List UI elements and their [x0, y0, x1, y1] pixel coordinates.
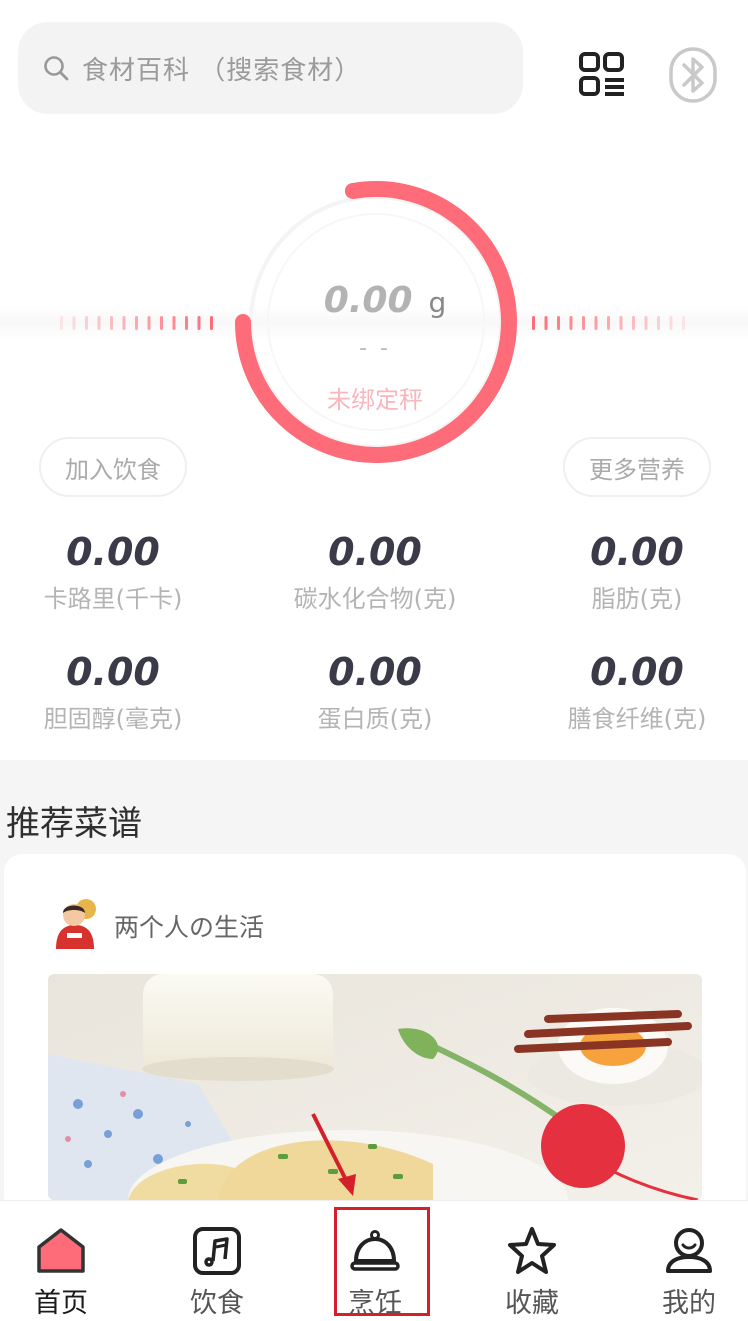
search-icon	[44, 56, 69, 81]
tab-favorites[interactable]: 收藏	[467, 1201, 597, 1321]
nutrition-value: 0.00	[590, 650, 684, 694]
weight-display: 0.00 g	[300, 280, 470, 330]
nutrition-value: 0.00	[590, 530, 684, 574]
recommend-title: 推荐菜谱	[6, 804, 142, 844]
scan-icon[interactable]	[578, 48, 626, 102]
search-bar[interactable]: 食材百科 （搜索食材）	[18, 22, 523, 114]
nutrition-item-protein: 0.00 蛋白质(克)	[250, 648, 500, 734]
nutrition-label: 胆固醇(毫克)	[43, 705, 183, 733]
more-nutrition-button[interactable]: 更多营养	[563, 437, 711, 497]
tab-label: 首页	[34, 1288, 88, 1319]
scale-status: 未绑定秤	[327, 386, 423, 414]
tab-profile[interactable]: 我的	[624, 1201, 748, 1321]
nutrition-value: 0.00	[66, 530, 160, 574]
nutrition-label: 膳食纤维(克)	[567, 705, 707, 733]
nutrition-value: 0.00	[328, 650, 422, 694]
nutrition-label: 碳水化合物(克)	[293, 585, 457, 613]
tab-home[interactable]: 首页	[0, 1201, 126, 1321]
recipe-photo	[48, 974, 702, 1200]
tab-label: 我的	[662, 1288, 716, 1319]
weight-value: 0.00	[323, 280, 413, 321]
nutrition-value: 0.00	[328, 530, 422, 574]
bluetooth-icon[interactable]	[668, 46, 718, 104]
diet-icon	[193, 1227, 241, 1275]
annotation-highlight-box	[334, 1207, 430, 1316]
nutrition-label: 卡路里(千卡)	[43, 585, 183, 613]
profile-icon	[666, 1228, 712, 1273]
nutrition-item-fiber: 0.00 膳食纤维(克)	[512, 648, 748, 734]
author-avatar[interactable]	[50, 895, 100, 951]
home-icon	[37, 1228, 85, 1273]
search-placeholder: 食材百科 （搜索食材）	[82, 55, 362, 86]
nutrition-item-cholesterol: 0.00 胆固醇(毫克)	[0, 648, 238, 734]
nutrition-item-calories: 0.00 卡路里(千卡)	[0, 528, 238, 614]
nutrition-item-fat: 0.00 脂肪(克)	[512, 528, 748, 614]
nutrition-value: 0.00	[66, 650, 160, 694]
weight-unit: g	[428, 286, 447, 319]
tab-label: 饮食	[190, 1288, 244, 1319]
author-name[interactable]: 两个人の生活	[114, 908, 264, 944]
nutrition-label: 蛋白质(克)	[317, 705, 433, 733]
nutrition-item-carbs: 0.00 碳水化合物(克)	[250, 528, 500, 614]
add-to-diet-button[interactable]: 加入饮食	[39, 437, 187, 497]
nutrition-label: 脂肪(克)	[591, 585, 683, 613]
tab-diet[interactable]: 饮食	[152, 1201, 282, 1321]
recipe-image[interactable]	[48, 974, 702, 1200]
star-icon	[508, 1227, 556, 1274]
tab-label: 收藏	[505, 1288, 559, 1319]
weight-subtext: - -	[359, 336, 391, 361]
